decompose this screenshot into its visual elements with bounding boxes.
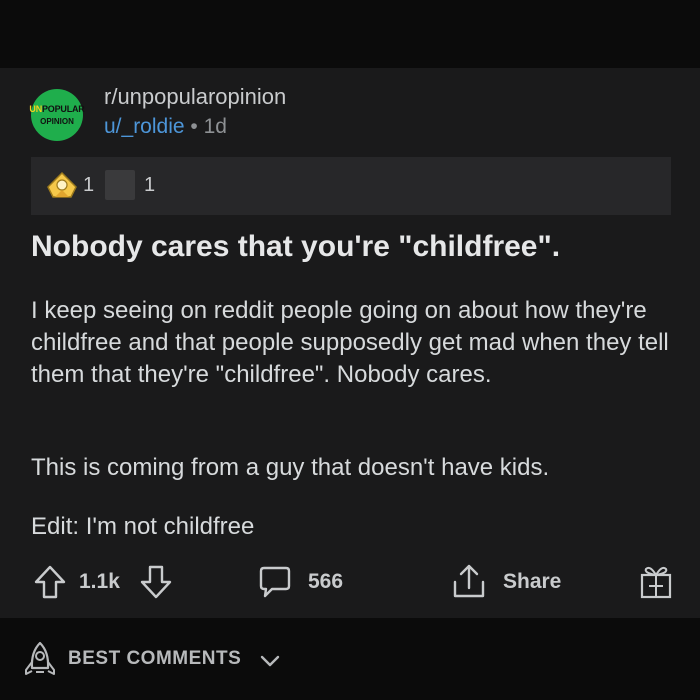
post-body-paragraph: This is coming from a guy that doesn't h… [31,454,550,481]
gift-award-icon[interactable] [638,562,674,600]
upvote-arrow-icon[interactable] [33,564,67,600]
vote-score: 1.1k [79,570,120,593]
rocket-icon[interactable] [22,640,58,678]
post-body-paragraph: Edit: I'm not childfree [31,513,255,540]
share-icon[interactable] [451,562,487,600]
author-link[interactable]: u/_roldie [104,115,185,138]
subreddit-name[interactable]: r/unpopularopinion [104,84,286,110]
post-title: Nobody cares that you're "childfree". [31,230,561,263]
helpful-award-icon[interactable] [45,170,79,202]
post-age: 1d [203,115,227,138]
post-meta: u/_roldie • 1d [104,115,227,139]
award-count: 1 [83,174,95,196]
award-placeholder-icon[interactable] [105,170,135,200]
subreddit-avatar[interactable]: UNPOPULAR OPINION [29,89,85,141]
avatar-logo-text-2: OPINION [40,116,74,126]
chevron-down-icon[interactable] [258,652,282,670]
avatar-logo-text: UNPOPULAR [29,103,85,114]
comment-bubble-icon[interactable] [258,564,292,600]
meta-separator: • [190,115,198,138]
downvote-arrow-icon[interactable] [139,564,173,600]
top-bar [0,0,700,68]
award-count: 1 [144,174,156,196]
comment-count[interactable]: 566 [308,570,343,594]
sort-label[interactable]: BEST COMMENTS [68,648,241,670]
post-body-paragraph: I keep seeing on reddit people going on … [31,297,669,388]
share-button[interactable]: Share [503,570,561,594]
